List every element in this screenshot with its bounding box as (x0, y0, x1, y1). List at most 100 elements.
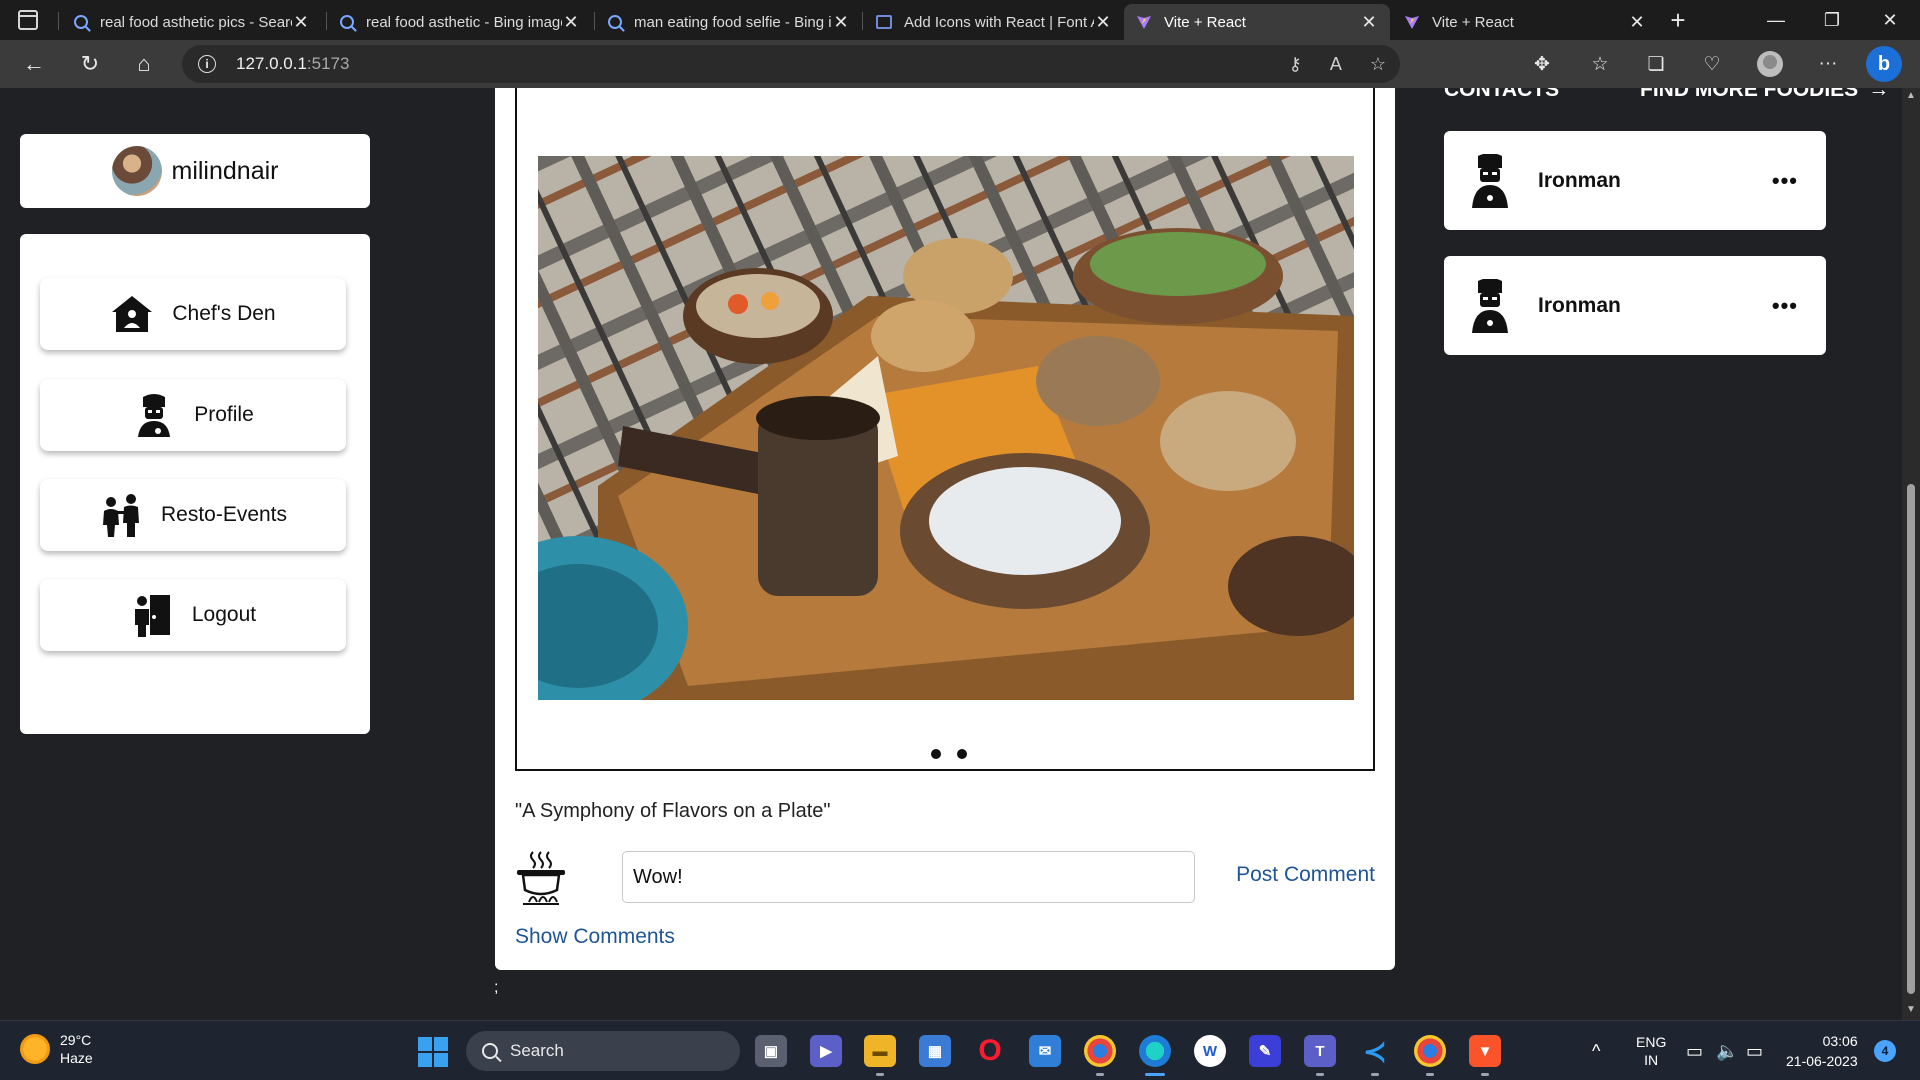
sidebar-item-resto-events[interactable]: Resto-Events (40, 479, 346, 551)
tab-actions-icon[interactable] (18, 10, 38, 30)
find-more-foodies-link[interactable]: FIND MORE FOODIES → (1640, 88, 1889, 102)
contacts-title: CONTACTS (1444, 88, 1560, 101)
carousel-dot-1[interactable] (931, 749, 941, 759)
edge-icon[interactable] (1139, 1035, 1171, 1067)
contact-card[interactable]: Ironman ••• (1444, 256, 1826, 355)
volume-icon[interactable]: 🔈 (1716, 1021, 1738, 1080)
read-aloud-icon[interactable]: A (1330, 54, 1342, 75)
running-indicator (1371, 1073, 1379, 1076)
show-comments-link[interactable]: Show Comments (515, 925, 675, 949)
opera-icon[interactable]: O (974, 1034, 1006, 1067)
performance-heart-icon[interactable]: ♡ (1698, 50, 1726, 78)
tab-5-active[interactable]: Vite + React ✕ (1124, 4, 1390, 40)
tab-6[interactable]: Vite + React ✕ (1392, 4, 1658, 40)
extensions-icon[interactable]: ✥ (1528, 50, 1556, 78)
favorite-star-icon[interactable]: ☆ (1370, 54, 1386, 75)
sidebar-item-label: Chef's Den (172, 302, 276, 325)
weather-desc: Haze (60, 1050, 93, 1066)
close-icon[interactable]: ✕ (1360, 12, 1378, 33)
chef-icon (1472, 278, 1508, 333)
file-explorer-icon[interactable]: ▬ (864, 1035, 896, 1067)
teams-icon[interactable]: T (1304, 1035, 1336, 1067)
close-icon[interactable]: ✕ (562, 12, 580, 33)
battery-icon[interactable]: ▭ (1746, 1021, 1763, 1080)
comment-input[interactable] (622, 851, 1195, 903)
key-icon[interactable]: ⚷ (1289, 54, 1302, 75)
address-toolbar: ← ↻ ⌂ i 127.0.0.1:5173 ⚷ A ☆ ✥ ☆ ❏ ♡ ··· (0, 40, 1920, 88)
minimize-icon[interactable]: — (1748, 0, 1804, 40)
running-indicator (1426, 1073, 1434, 1076)
show-hidden-icons-chevron-icon[interactable]: ^ (1592, 1021, 1600, 1080)
more-menu-icon[interactable]: ··· (1814, 50, 1842, 78)
microsoft-store-icon[interactable]: ▦ (919, 1035, 951, 1067)
task-view-icon[interactable]: ▣ (755, 1035, 787, 1067)
vite-icon (1405, 16, 1419, 29)
stray-text: ; (494, 979, 499, 996)
restore-icon[interactable]: ❐ (1804, 0, 1860, 40)
sidebar-item-label: Profile (194, 403, 254, 426)
carousel-dot-2[interactable] (957, 749, 967, 759)
collections-icon[interactable]: ❏ (1642, 50, 1670, 78)
back-arrow-icon[interactable]: ← (18, 48, 50, 80)
post-comment-button[interactable]: Post Comment (1236, 863, 1375, 887)
scroll-down-arrow-icon[interactable]: ▼ (1906, 1004, 1916, 1015)
sidebar-item-profile[interactable]: Profile (40, 379, 346, 451)
clock[interactable]: 03:06 21-06-2023 (1786, 1031, 1858, 1071)
tab-title: real food asthetic pics - Search (100, 13, 292, 31)
page-scrollbar[interactable]: ▲ ▼ (1902, 88, 1920, 1020)
new-tab-plus-icon[interactable]: + (1650, 0, 1706, 40)
user-card[interactable]: milindnair (20, 134, 370, 208)
contact-name: Ironman (1538, 293, 1621, 317)
brave-icon[interactable]: ▼ (1469, 1035, 1501, 1067)
image-carousel[interactable] (515, 88, 1375, 771)
profile-icon[interactable] (1756, 50, 1784, 78)
time: 03:06 (1822, 1033, 1858, 1049)
close-icon[interactable]: ✕ (1628, 12, 1646, 33)
bing-copilot-icon[interactable]: b (1866, 46, 1902, 82)
lang-bottom: IN (1644, 1052, 1659, 1068)
weather-widget[interactable]: 29°C Haze (20, 1031, 93, 1067)
url-port: :5173 (306, 54, 350, 73)
scrollbar-thumb[interactable] (1907, 484, 1915, 994)
weather-temp: 29°C (60, 1032, 92, 1048)
taskbar-search[interactable]: Search (466, 1031, 740, 1071)
page-viewport: milindnair Chef's Den Profile Resto-Even… (0, 88, 1902, 1020)
close-icon[interactable]: ✕ (1094, 12, 1112, 33)
url-actions: ⚷ A ☆ (1289, 45, 1386, 83)
tab-3[interactable]: man eating food selfie - Bing images ✕ (596, 4, 862, 40)
vite-icon (1137, 16, 1151, 29)
chat-teams-icon[interactable]: ▶ (810, 1035, 842, 1067)
contact-card[interactable]: Ironman ••• (1444, 131, 1826, 230)
post-caption: "A Symphony of Flavors on a Plate" (515, 800, 831, 822)
tab-4[interactable]: Add Icons with React | Font Awesome ✕ (864, 4, 1124, 40)
notification-badge[interactable]: 4 (1874, 1040, 1896, 1062)
sidebar-item-logout[interactable]: Logout (40, 579, 346, 651)
close-icon[interactable]: ✕ (292, 12, 310, 33)
network-icon[interactable]: ▭ (1686, 1021, 1703, 1080)
home-icon[interactable]: ⌂ (128, 48, 160, 80)
start-windows-icon[interactable] (418, 1037, 448, 1067)
chrome-profile-icon[interactable] (1414, 1035, 1446, 1067)
vscode-icon[interactable]: ≺ (1359, 1035, 1391, 1067)
people-icon (102, 494, 139, 537)
word-w-icon[interactable]: W (1194, 1035, 1226, 1067)
favorites-icon[interactable]: ☆ (1586, 50, 1614, 78)
food-photo (538, 156, 1354, 700)
chrome-icon[interactable] (1084, 1035, 1116, 1067)
tab-1[interactable]: real food asthetic pics - Search ✕ (62, 4, 322, 40)
sidebar-item-chefs-den[interactable]: Chef's Den (40, 278, 346, 350)
scroll-up-arrow-icon[interactable]: ▲ (1906, 90, 1916, 101)
close-icon[interactable]: ✕ (832, 12, 850, 33)
url-bar[interactable]: i 127.0.0.1:5173 ⚷ A ☆ (182, 45, 1400, 83)
avatar[interactable] (111, 146, 162, 196)
pen-app-icon[interactable]: ✎ (1249, 1035, 1281, 1067)
more-options-icon[interactable]: ••• (1772, 168, 1798, 194)
window-close-icon[interactable]: ✕ (1862, 0, 1918, 40)
site-info-icon[interactable]: i (198, 55, 216, 73)
language-indicator[interactable]: ENG IN (1636, 1021, 1666, 1080)
refresh-icon[interactable]: ↻ (74, 48, 106, 80)
running-indicator (1481, 1073, 1489, 1076)
mail-icon[interactable]: ✉ (1029, 1035, 1061, 1067)
tab-2[interactable]: real food asthetic - Bing images ✕ (328, 4, 592, 40)
more-options-icon[interactable]: ••• (1772, 293, 1798, 319)
